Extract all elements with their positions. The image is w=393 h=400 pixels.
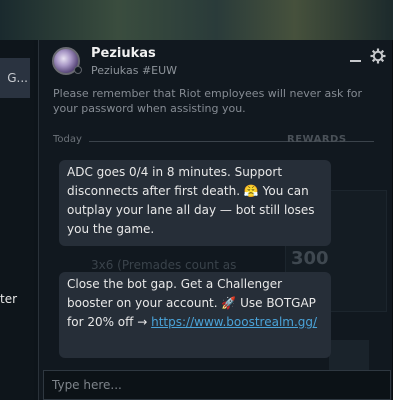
chat-window: Peziukas Peziukas #EUW Please remember t… bbox=[38, 40, 392, 400]
message-link[interactable]: https://www.boostrealm.gg/ bbox=[151, 315, 317, 329]
status-icon bbox=[74, 66, 82, 74]
message-input-container bbox=[43, 370, 391, 400]
message-input[interactable] bbox=[44, 371, 390, 399]
game-client-background bbox=[0, 0, 393, 40]
background-rewards-label: REWARDS bbox=[287, 134, 347, 145]
friend-name: Peziukas bbox=[91, 46, 156, 61]
friend-tag: Peziukas #EUW bbox=[91, 64, 178, 77]
background-number: 300 bbox=[291, 248, 329, 269]
left-label: ter bbox=[0, 292, 18, 306]
background-button bbox=[329, 340, 369, 370]
day-separator-label: Today bbox=[53, 134, 82, 145]
minimize-icon[interactable] bbox=[350, 60, 361, 62]
chat-message: ADC goes 0/4 in 8 minutes. Support disco… bbox=[59, 160, 331, 246]
gear-icon[interactable] bbox=[370, 48, 386, 64]
chat-message: Close the bot gap. Get a Challenger boos… bbox=[59, 272, 331, 358]
security-notice: Please remember that Riot employees will… bbox=[53, 87, 362, 115]
message-text: ADC goes 0/4 in 8 minutes. Support disco… bbox=[67, 165, 315, 236]
chat-header: Peziukas Peziukas #EUW bbox=[39, 40, 392, 84]
background-text: 3x6 (Premades count as bbox=[91, 258, 237, 272]
left-tab[interactable]: G... bbox=[0, 58, 30, 98]
